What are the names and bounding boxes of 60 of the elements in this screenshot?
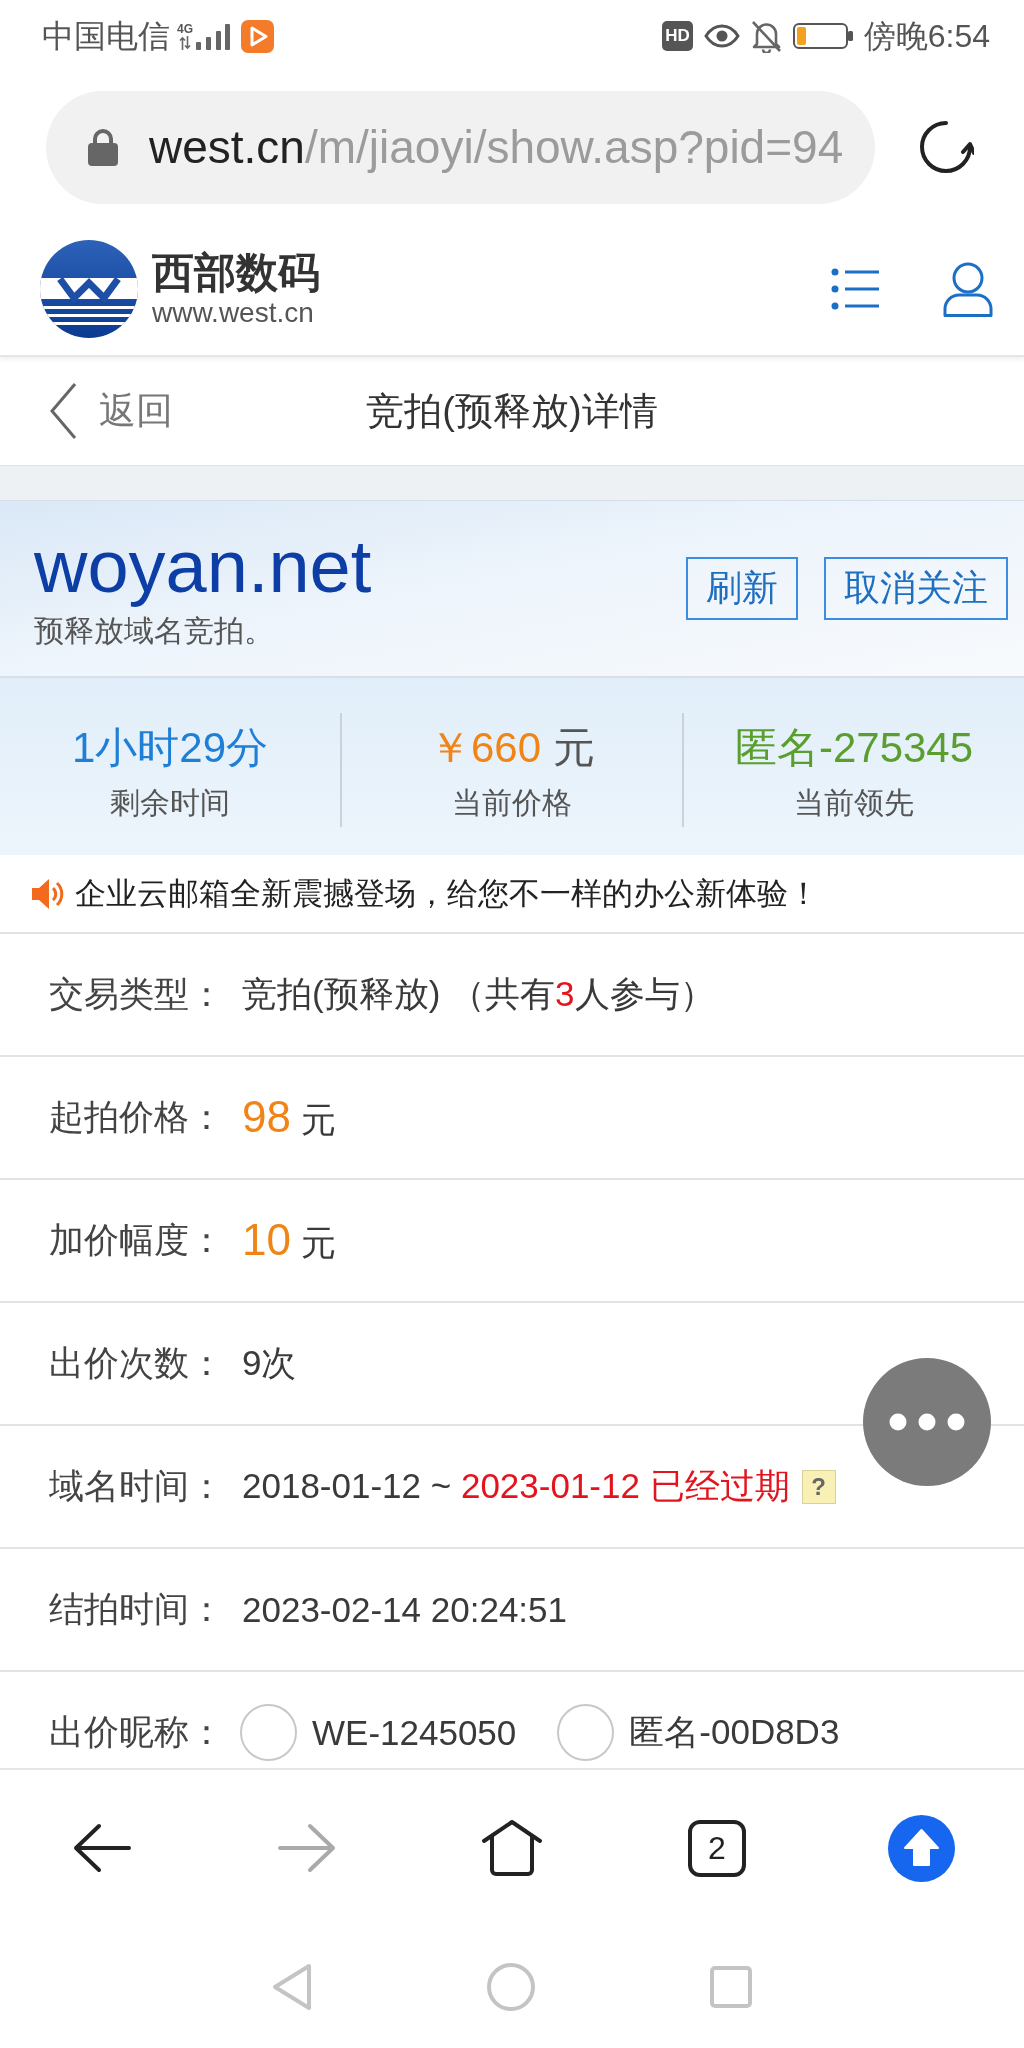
back-link[interactable]: 返回	[49, 382, 173, 440]
bell-off-icon	[750, 19, 782, 53]
stat-label: 剩余时间	[110, 785, 230, 821]
field-value: 竞拍(预释放) （共有3人参与）	[242, 973, 715, 1015]
radio-button[interactable]	[557, 1704, 615, 1761]
signal-icon	[196, 23, 230, 50]
domain-name: woyan.net	[34, 526, 372, 607]
reload-icon[interactable]	[918, 119, 974, 175]
menu-icon[interactable]	[831, 266, 879, 311]
field-value: 10 元	[242, 1214, 336, 1266]
radio-button[interactable]	[240, 1704, 297, 1761]
field-label: 出价昵称：	[49, 1711, 224, 1753]
clock-time: 傍晚6:54	[863, 17, 990, 56]
house-icon	[481, 1819, 543, 1877]
field-value: 2018-01-12 ~ 2023-01-12 已经过期	[242, 1465, 790, 1507]
eye-icon	[703, 24, 740, 48]
logo-icon	[40, 239, 138, 338]
field-label: 出价次数：	[49, 1342, 224, 1384]
option-label[interactable]: 匿名-00D8D3	[629, 1709, 840, 1756]
page-title: 竞拍(预释放)详情	[366, 388, 658, 434]
field-label: 交易类型：	[49, 973, 224, 1015]
brand-url: www.west.cn	[152, 296, 315, 329]
stat-value: ￥660	[428, 723, 542, 773]
user-icon[interactable]	[943, 260, 993, 317]
video-app-icon	[241, 19, 274, 53]
notice-text: 企业云邮箱全新震撼登场，给您不一样的办公新体验！	[75, 874, 819, 913]
field-value: 98 元	[242, 1091, 336, 1143]
more-icon	[889, 1413, 965, 1431]
stat-label: 当前领先	[794, 785, 914, 821]
refresh-button[interactable]: 刷新	[686, 557, 798, 620]
data-arrows-icon	[179, 35, 191, 50]
chevron-left-icon	[49, 382, 77, 440]
network-type: 4G	[177, 22, 193, 35]
lock-icon	[88, 128, 118, 166]
help-icon[interactable]: ?	[801, 1469, 836, 1504]
home-button[interactable]	[481, 1819, 543, 1877]
carrier-name: 中国电信	[42, 17, 170, 56]
back-button[interactable]	[73, 1823, 132, 1873]
domain-subtitle: 预释放域名竞拍。	[34, 612, 275, 649]
stat-label: 当前价格	[452, 785, 572, 821]
hd-badge: HD	[662, 21, 693, 51]
arrow-left-icon	[73, 1823, 132, 1873]
up-arrow-button[interactable]	[888, 1814, 956, 1882]
brand-name: 西部数码	[152, 248, 320, 297]
currency-unit: 元	[553, 723, 596, 773]
field-label: 起拍价格：	[49, 1096, 224, 1138]
stat-value: 匿名-275345	[734, 723, 974, 773]
arrow-up-icon	[888, 1814, 956, 1882]
field-value: 2023-02-14 20:24:51	[242, 1589, 567, 1630]
field-label: 结拍时间：	[49, 1588, 224, 1630]
option-label[interactable]: WE-1245050	[312, 1712, 517, 1753]
stat-value: 1小时29分	[71, 723, 269, 773]
field-value: 9次	[242, 1342, 297, 1384]
tabs-button[interactable]: 2	[687, 1819, 746, 1877]
arrow-right-icon	[278, 1823, 337, 1873]
field-label: 域名时间：	[49, 1465, 224, 1507]
battery-icon	[792, 23, 853, 49]
field-label: 加价幅度：	[49, 1219, 224, 1261]
address-field[interactable]: west.cn/m/jiaoyi/show.asp?pid=94	[46, 90, 875, 204]
unfollow-button[interactable]: 取消关注	[824, 557, 1008, 620]
